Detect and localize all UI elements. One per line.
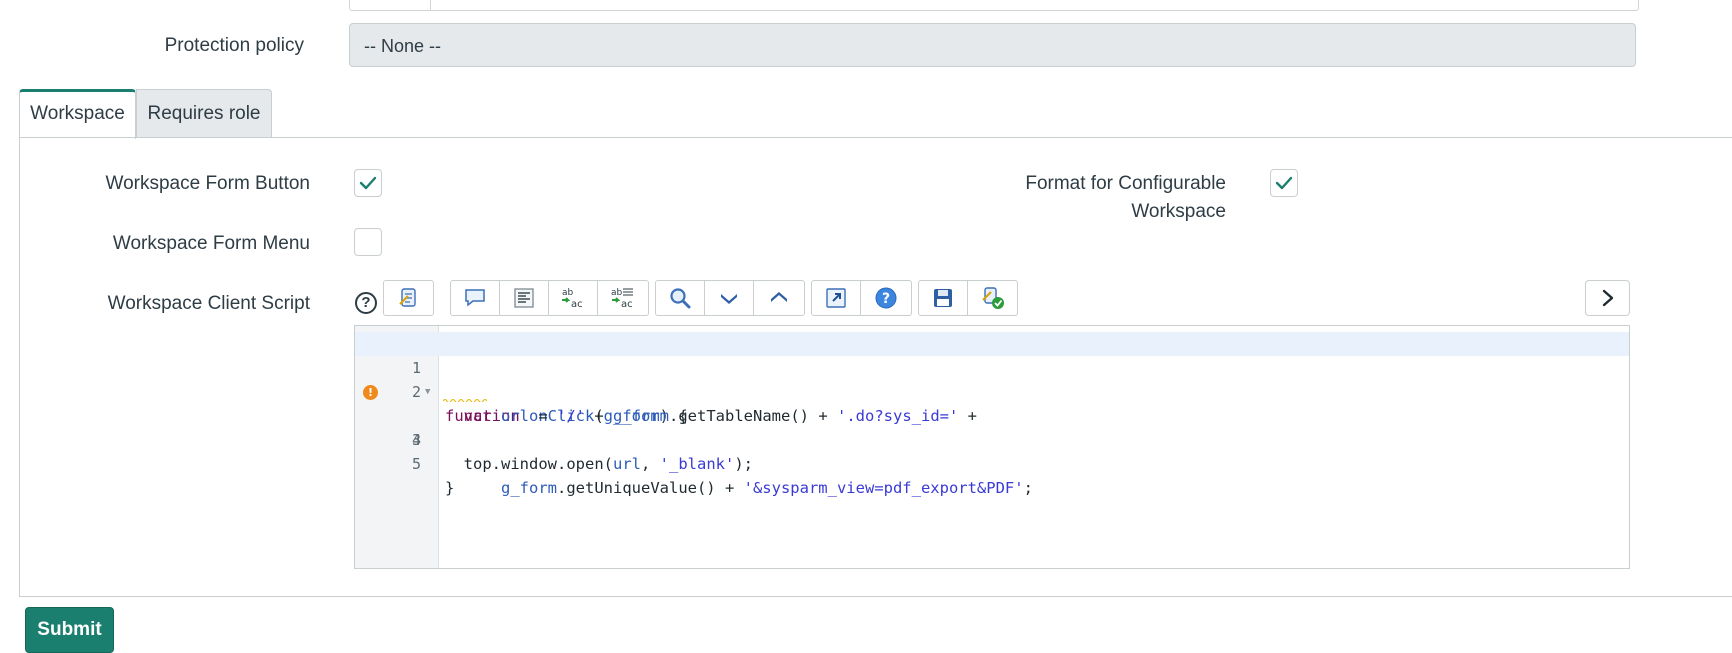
warning-squiggle <box>443 399 487 402</box>
replace-all-button[interactable]: ab ac <box>598 281 647 315</box>
workspace-form-button-label: Workspace Form Button <box>105 173 310 194</box>
script-assist-button[interactable] <box>384 281 433 315</box>
chevron-up-icon <box>770 292 787 302</box>
svg-text:ab: ab <box>562 288 574 298</box>
save-icon <box>934 289 952 307</box>
workspace-form-menu-checkbox[interactable] <box>354 228 382 256</box>
toggle-comment-button[interactable] <box>451 281 500 315</box>
workspace-form-menu-label: Workspace Form Menu <box>112 233 310 254</box>
replace-all-icon: abac <box>611 288 633 310</box>
format-configurable-workspace-checkbox[interactable] <box>1270 169 1298 197</box>
editor-help-button[interactable]: ? <box>861 281 910 315</box>
replace-icon: abac <box>562 288 583 310</box>
save-script-button[interactable] <box>919 281 968 315</box>
workspace-client-script-label: Workspace Client Script <box>107 293 310 314</box>
expand-editor-button[interactable] <box>1585 280 1630 316</box>
tab-requires-role[interactable]: Requires role <box>136 89 272 138</box>
toolbar-group-assist <box>383 280 434 316</box>
search-icon <box>670 288 691 309</box>
help-circle-icon: ? <box>875 287 896 309</box>
code-editor[interactable]: 1 ▼ function onClick(g_form) { 2 var url… <box>354 325 1630 569</box>
comment-icon <box>465 289 485 307</box>
script-assist-icon <box>398 288 416 307</box>
chevron-right-icon <box>1602 289 1613 307</box>
code-line-1[interactable]: 1 ▼ function onClick(g_form) { <box>355 332 1629 425</box>
check-icon <box>1275 176 1293 190</box>
toolbar-group-edit: ab ac ab ac <box>450 280 649 316</box>
format-configurable-label-line1: Format for Configurable <box>1025 173 1226 194</box>
fullscreen-button[interactable] <box>812 281 861 315</box>
protection-policy-select[interactable]: -- None -- <box>349 23 1636 67</box>
check-syntax-icon <box>981 287 1004 309</box>
find-next-button[interactable] <box>705 281 754 315</box>
format-icon <box>514 288 534 308</box>
code-line-5[interactable]: 5 } <box>355 428 1629 497</box>
protection-policy-label: Protection policy <box>164 35 304 56</box>
submit-button[interactable]: Submit <box>25 607 114 653</box>
check-syntax-button[interactable] <box>968 281 1017 315</box>
fullscreen-icon <box>826 288 846 308</box>
line-number: 5 <box>411 455 421 473</box>
format-code-button[interactable] <box>500 281 549 315</box>
toolbar-group-view: ? <box>811 280 912 316</box>
code-text: top.window.open(url, '_blank'); <box>463 455 753 473</box>
code-line-4[interactable]: 4 top.window.open(url, '_blank'); <box>355 404 1629 473</box>
format-configurable-label-line2: Workspace <box>1131 201 1226 222</box>
check-icon <box>359 176 377 190</box>
toolbar-group-save <box>918 280 1018 316</box>
previous-field-input[interactable] <box>349 0 1639 11</box>
tab-workspace[interactable]: Workspace <box>19 89 136 139</box>
code-line-2[interactable]: 2 var url = '/' + g_form.getTableName() … <box>355 356 1629 425</box>
search-button[interactable] <box>656 281 705 315</box>
replace-button[interactable]: ab ac <box>549 281 598 315</box>
format-configurable-workspace-label: Format for Configurable Workspace <box>960 170 1226 226</box>
chevron-down-icon <box>721 294 737 304</box>
code-text: g_form.getUniqueValue() + '&sysparm_view… <box>501 479 1033 497</box>
workspace-form-button-checkbox[interactable] <box>354 169 382 197</box>
toolbar-group-search <box>655 280 805 316</box>
code-text: } <box>445 479 455 497</box>
find-previous-button[interactable] <box>754 281 803 315</box>
help-icon[interactable]: ? <box>355 292 377 314</box>
warning-icon[interactable]: ! <box>363 385 378 400</box>
svg-text:ac: ac <box>571 299 583 310</box>
svg-text:?: ? <box>881 291 889 307</box>
svg-text:ac: ac <box>621 299 633 310</box>
code-line-3[interactable]: ! 3 g_form.getUniqueValue() + '&sysparm_… <box>355 380 1629 497</box>
svg-text:ab: ab <box>611 288 623 298</box>
